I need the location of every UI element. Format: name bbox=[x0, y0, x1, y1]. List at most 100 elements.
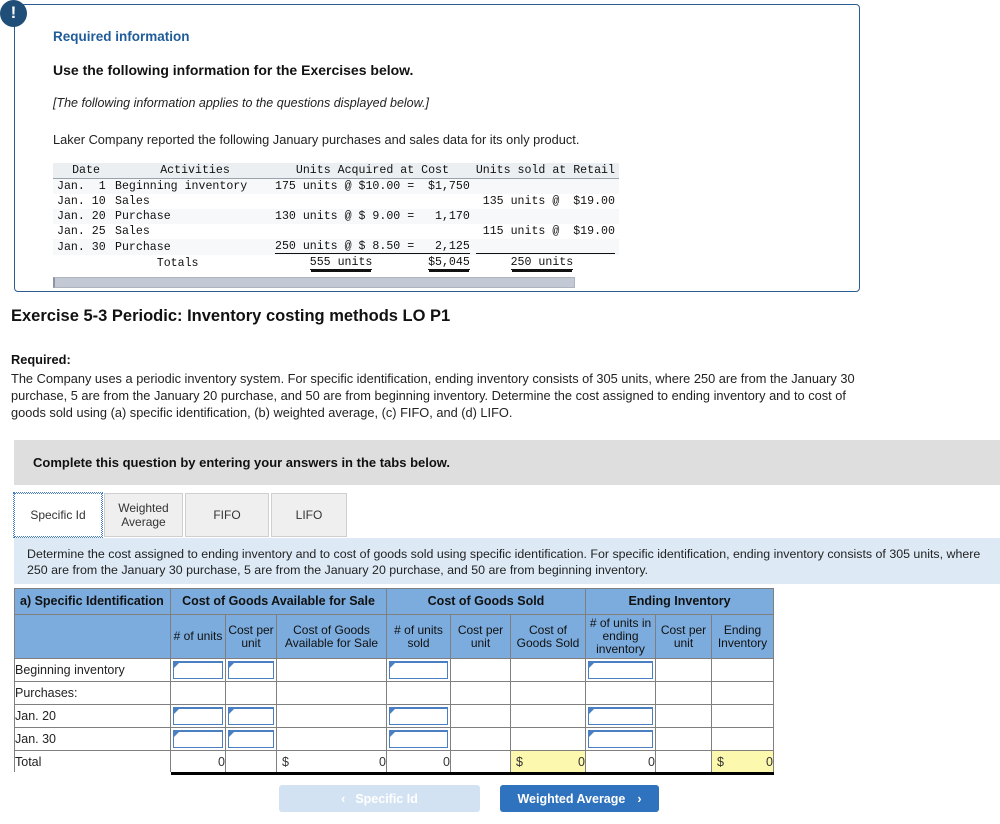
chevron-left-icon: ‹ bbox=[341, 791, 346, 806]
required-label: Required: bbox=[11, 352, 71, 367]
row-sold bbox=[476, 209, 619, 224]
required-panel-box: Required information Use the following i… bbox=[14, 4, 860, 292]
data-table-header-row: Date Activities Units Acquired at Cost U… bbox=[53, 163, 619, 179]
next-tab-label: Weighted Average bbox=[517, 791, 626, 806]
input-jan20-units-sold[interactable] bbox=[386, 704, 451, 728]
subheader-ending-inventory: Ending Inventory bbox=[711, 614, 774, 659]
data-table-horizontal-scrollbar[interactable] bbox=[53, 277, 575, 288]
group-ending-inventory: Ending Inventory bbox=[585, 588, 774, 615]
input-beginning-units-sold[interactable] bbox=[386, 658, 451, 682]
required-information-heading: Required information bbox=[53, 29, 190, 44]
applies-note: [The following information applies to th… bbox=[53, 96, 429, 110]
header-activities: Activities bbox=[160, 164, 230, 177]
table-row: Jan. 25 Sales 115 units @ $19.00 bbox=[53, 224, 619, 239]
cell-jan20-cogs-cost bbox=[450, 704, 511, 728]
row-date: Jan. 30 bbox=[57, 240, 106, 254]
table-row: Jan. 30 bbox=[14, 727, 774, 751]
input-beginning-units[interactable] bbox=[170, 658, 226, 682]
tab-weighted-average[interactable]: Weighted Average bbox=[104, 493, 183, 537]
subheader-blank bbox=[14, 614, 171, 659]
cell-jan20-cogs bbox=[510, 704, 586, 728]
cell-purchases-cogs bbox=[510, 681, 586, 705]
specific-identification-answer-table: a) Specific Identification Cost of Goods… bbox=[14, 588, 774, 775]
cell-purchases-cost-per-unit bbox=[225, 681, 277, 705]
subheader-units-sold: # of units sold bbox=[386, 614, 451, 659]
row-date: Jan. 10 bbox=[57, 195, 106, 208]
cell-purchases-goods-available bbox=[276, 681, 387, 705]
total-ending-currency: $ bbox=[717, 754, 724, 769]
total-goods-available-currency: $ bbox=[282, 754, 289, 769]
total-units: 0 bbox=[170, 750, 226, 775]
complete-question-bar: Complete this question by entering your … bbox=[14, 440, 1000, 485]
total-ending-inventory: $0 bbox=[711, 750, 774, 775]
tab-specific-id[interactable]: Specific Id bbox=[13, 492, 103, 538]
answer-corner-label: a) Specific Identification bbox=[14, 588, 171, 615]
row-date: Jan. 20 bbox=[57, 210, 106, 223]
cell-jan30-cogs bbox=[510, 727, 586, 751]
total-goods-available-value: 0 bbox=[379, 754, 386, 769]
row-acquired-underlined: 250 units @ $ 8.50 = 2,125 bbox=[275, 240, 470, 254]
input-jan30-cost-per-unit[interactable] bbox=[225, 727, 277, 751]
input-jan30-units[interactable] bbox=[170, 727, 226, 751]
total-cost-per-unit bbox=[225, 750, 277, 775]
cell-jan30-ending-inventory bbox=[711, 727, 774, 751]
input-jan20-ending-units[interactable] bbox=[585, 704, 656, 728]
input-jan30-units-sold[interactable] bbox=[386, 727, 451, 751]
row-acquired bbox=[275, 194, 476, 209]
row-label-beginning-inventory: Beginning inventory bbox=[14, 658, 171, 682]
total-cogs-value: 0 bbox=[578, 754, 585, 769]
row-date: Jan. 25 bbox=[57, 225, 106, 238]
row-acquired: 250 units @ $ 8.50 = 2,125 bbox=[275, 239, 476, 255]
next-tab-button[interactable]: Weighted Average › bbox=[500, 785, 659, 812]
subheader-cogs-cost-per-unit: Cost per unit bbox=[450, 614, 511, 659]
tab-instruction-banner: Determine the cost assigned to ending in… bbox=[14, 538, 1000, 584]
row-label-total: Total bbox=[14, 750, 171, 774]
row-acquired bbox=[275, 224, 476, 239]
row-activity: Purchase bbox=[115, 240, 171, 254]
cell-purchases-units-sold bbox=[386, 681, 451, 705]
totals-sold-cell: 250 units bbox=[476, 255, 619, 271]
required-description: The Company uses a periodic inventory sy… bbox=[11, 371, 855, 420]
total-cost-of-goods-sold: $0 bbox=[510, 750, 586, 775]
input-beginning-ending-units[interactable] bbox=[585, 658, 656, 682]
totals-cost: $5,045 bbox=[428, 256, 470, 270]
subheader-cost-of-goods-sold: Cost of Goods Sold bbox=[510, 614, 586, 659]
row-sold: 135 units @ $19.00 bbox=[482, 195, 615, 208]
row-activity: Purchase bbox=[115, 210, 171, 223]
tab-lifo[interactable]: LIFO bbox=[271, 493, 347, 537]
previous-tab-button[interactable]: ‹ Specific Id bbox=[279, 785, 480, 812]
answer-tabs: Specific Id Weighted Average FIFO LIFO bbox=[13, 492, 349, 538]
row-sold bbox=[476, 179, 619, 195]
total-row: Total 0 $0 0 $0 0 $0 bbox=[14, 750, 774, 775]
table-row: Jan. 30 Purchase 250 units @ $ 8.50 = 2,… bbox=[53, 239, 619, 255]
header-date: Date bbox=[72, 164, 100, 177]
page-title: Exercise 5-3 Periodic: Inventory costing… bbox=[11, 307, 451, 325]
required-information-subheading: Use the following information for the Ex… bbox=[53, 62, 414, 78]
cell-beginning-cogs-cost bbox=[450, 658, 511, 682]
required-information-panel: Required information Use the following i… bbox=[0, 0, 860, 292]
tab-fifo[interactable]: FIFO bbox=[185, 493, 269, 537]
input-jan20-units[interactable] bbox=[170, 704, 226, 728]
totals-units: 555 units bbox=[309, 256, 373, 270]
input-beginning-cost-per-unit[interactable] bbox=[225, 658, 277, 682]
row-activity: Sales bbox=[115, 195, 150, 208]
input-jan20-cost-per-unit[interactable] bbox=[225, 704, 277, 728]
group-cost-of-goods-available: Cost of Goods Available for Sale bbox=[170, 588, 387, 615]
subheader-cost-per-unit: Cost per unit bbox=[225, 614, 277, 659]
cell-beginning-goods-available bbox=[276, 658, 387, 682]
totals-sold: 250 units bbox=[510, 256, 574, 270]
cell-purchases-ending-cost bbox=[655, 681, 712, 705]
cell-jan20-ending-inventory bbox=[711, 704, 774, 728]
cell-jan20-goods-available bbox=[276, 704, 387, 728]
row-activity: Sales bbox=[115, 225, 150, 238]
answer-sub-header-row: # of units Cost per unit Cost of Goods A… bbox=[14, 614, 774, 659]
complete-question-text: Complete this question by entering your … bbox=[33, 455, 451, 470]
chevron-right-icon: › bbox=[637, 791, 642, 806]
subheader-ending-cost-per-unit: Cost per unit bbox=[655, 614, 712, 659]
input-jan30-ending-units[interactable] bbox=[585, 727, 656, 751]
previous-tab-label: Specific Id bbox=[355, 791, 418, 806]
row-label-jan-20: Jan. 20 bbox=[14, 704, 171, 728]
company-intro-text: Laker Company reported the following Jan… bbox=[53, 132, 580, 147]
subheader-cost-goods-available: Cost of Goods Available for Sale bbox=[276, 614, 387, 659]
cell-beginning-ending-cost bbox=[655, 658, 712, 682]
